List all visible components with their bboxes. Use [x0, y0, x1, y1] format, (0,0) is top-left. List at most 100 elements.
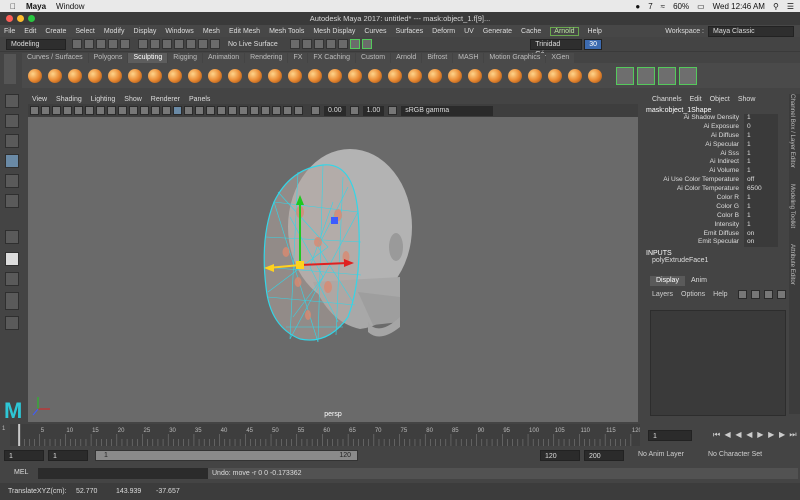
select-camera-icon[interactable]	[30, 106, 39, 115]
menu-mesh-display[interactable]: Mesh Display	[313, 28, 355, 35]
shelf-tab-fx-caching[interactable]: FX Caching	[308, 53, 355, 63]
attribute-row[interactable]: Ai Color Temperature 6500	[646, 185, 788, 195]
camera-attributes-icon[interactable]	[41, 106, 50, 115]
viewport-menu-view[interactable]: View	[32, 96, 47, 103]
menu-edit-mesh[interactable]: Edit Mesh	[229, 28, 260, 35]
time-slider[interactable]: 5 10 15 20 25 30 35 40 45 50 55 60 65 70 75 80 85 90 95 100…	[10, 424, 643, 446]
menu-list-icon[interactable]: ☰	[787, 2, 794, 11]
stamp-brush-icon[interactable]	[508, 68, 522, 83]
spray-brush-icon[interactable]	[168, 68, 182, 83]
attribute-value[interactable]: 1	[744, 194, 778, 203]
mel-label[interactable]: MEL	[14, 469, 28, 476]
snap-surface-icon[interactable]	[210, 39, 220, 49]
shelf-tab-mash[interactable]: MASH	[453, 53, 484, 63]
ipr-render-icon[interactable]	[313, 39, 324, 49]
hypershade-icon[interactable]	[337, 39, 348, 49]
reset-sculpt-icon[interactable]	[588, 68, 602, 83]
open-scene-icon[interactable]	[84, 39, 94, 49]
exposure-field[interactable]: 0.00	[324, 105, 346, 116]
move-layer-up-icon[interactable]	[737, 289, 747, 299]
attribute-row[interactable]: Emit Specular on	[646, 238, 788, 248]
attribute-value[interactable]: 1	[744, 167, 778, 177]
menu-surfaces[interactable]: Surfaces	[396, 28, 424, 35]
wax-brush-icon[interactable]	[228, 68, 242, 83]
stencil-brush-icon[interactable]	[528, 68, 542, 83]
character-set-dropdown[interactable]: No Character Set	[708, 451, 762, 458]
color-space-dropdown[interactable]: sRGB gamma	[401, 105, 494, 116]
lasso-tool-icon[interactable]	[5, 114, 19, 128]
live-surface-label[interactable]: No Live Surface	[228, 41, 278, 48]
imprint-brush-icon[interactable]	[208, 68, 222, 83]
menu-edit[interactable]: Edit	[24, 28, 36, 35]
arnold-ipr-icon[interactable]	[361, 39, 372, 49]
attribute-row[interactable]: Ai Indirect 1	[646, 158, 788, 168]
wireframe-icon[interactable]	[151, 106, 160, 115]
attribute-row[interactable]: Ai Volume 1	[646, 167, 788, 177]
menu-select[interactable]: Select	[75, 28, 94, 35]
viewport-menu-renderer[interactable]: Renderer	[151, 96, 180, 103]
snap-grid-icon[interactable]	[174, 39, 184, 49]
outliner-layout-icon[interactable]	[5, 316, 19, 330]
menu-help[interactable]: Help	[588, 28, 602, 35]
paint-select-icon[interactable]	[5, 134, 19, 148]
smooth-brush-icon[interactable]	[48, 68, 62, 83]
menu-cache[interactable]: Cache	[521, 28, 541, 35]
rotate-tool-icon[interactable]	[5, 174, 19, 188]
menu-windows[interactable]: Windows	[165, 28, 193, 35]
attribute-value[interactable]: on	[744, 238, 778, 248]
attribute-row[interactable]: Color R 1	[646, 194, 788, 203]
new-empty-layer-icon[interactable]	[763, 289, 773, 299]
sculpt-brush-icon[interactable]	[28, 68, 42, 83]
single-pane-layout-icon[interactable]	[5, 252, 19, 266]
side-tab-attribute-editor[interactable]: Attribute Editor	[789, 244, 796, 285]
minimize-window-button[interactable]	[17, 15, 24, 22]
four-pane-layout-icon[interactable]	[5, 272, 19, 286]
two-pane-layout-icon[interactable]	[5, 292, 19, 310]
render-settings-icon[interactable]	[325, 39, 336, 49]
film-gate-icon[interactable]	[85, 106, 94, 115]
channel-box-menu-channels[interactable]: Channels	[652, 96, 682, 103]
smear-brush-icon[interactable]	[308, 68, 322, 83]
lights-icon[interactable]	[195, 106, 204, 115]
bifrost-icon-2[interactable]	[637, 66, 655, 85]
sculpt-settings-icon[interactable]	[488, 68, 502, 83]
move-layer-down-icon[interactable]	[750, 289, 760, 299]
attribute-value[interactable]: 1	[744, 158, 778, 168]
viewport[interactable]: persp	[28, 117, 638, 422]
shelf-tab-xgen[interactable]: XGen	[546, 53, 575, 63]
time-slider-ruler[interactable]: 5 10 15 20 25 30 35 40 45 50 55 60 65 70 75 80 85 90 95 100…	[10, 424, 643, 446]
spotlight-icon[interactable]: ⚲	[773, 2, 779, 11]
mask-brush-icon[interactable]	[408, 68, 422, 83]
erase-brush-icon[interactable]	[428, 68, 442, 83]
shelf-tab-motion-graphics[interactable]: Motion Graphics	[484, 53, 546, 63]
attribute-row[interactable]: Intensity 1	[646, 220, 788, 230]
workspace-dropdown[interactable]: Maya Classic	[708, 25, 794, 37]
viewport-menu-shading[interactable]: Shading	[56, 96, 82, 103]
viewport-menu-lighting[interactable]: Lighting	[91, 96, 116, 103]
ambient-occlusion-icon[interactable]	[217, 106, 226, 115]
mac-menu-window[interactable]: Window	[56, 2, 84, 11]
layer-tab-display[interactable]: Display	[650, 276, 685, 286]
mode-dropdown[interactable]: Modeling	[6, 38, 66, 50]
select-object-icon[interactable]	[150, 39, 160, 49]
attribute-row[interactable]: Ai Use Color Temperature off	[646, 176, 788, 186]
attribute-value[interactable]: 1	[744, 131, 778, 141]
attribute-value[interactable]: 6500	[744, 185, 778, 195]
go-to-end-icon[interactable]: ⏭	[788, 430, 798, 440]
menu-display[interactable]: Display	[133, 28, 156, 35]
color-management-icon[interactable]	[388, 106, 398, 115]
range-slider[interactable]: 1 120	[95, 450, 358, 461]
shelf-tab-animation[interactable]: Animation	[202, 53, 245, 63]
step-back-frame-icon[interactable]: ◀	[734, 430, 744, 440]
attribute-value[interactable]: off	[744, 176, 778, 186]
bulge-brush-icon[interactable]	[328, 68, 342, 83]
unfreeze-all-icon[interactable]	[468, 68, 482, 83]
step-forward-frame-icon[interactable]: ▶	[766, 430, 776, 440]
knife-brush-icon[interactable]	[288, 68, 302, 83]
wireframe-on-shaded-icon[interactable]	[173, 106, 182, 115]
animation-end-field[interactable]: 200	[584, 450, 624, 461]
snap-point-icon[interactable]	[198, 39, 208, 49]
new-layer-from-selected-icon[interactable]	[776, 289, 786, 299]
attribute-row[interactable]: Ai Sss 1	[646, 149, 788, 159]
motion-blur-icon[interactable]	[228, 106, 237, 115]
